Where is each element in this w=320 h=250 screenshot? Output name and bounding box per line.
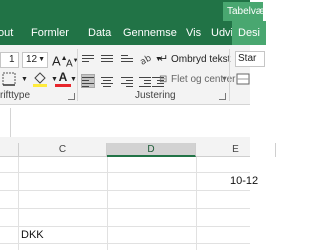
- ribbon-separator: [229, 49, 230, 101]
- tab-vis[interactable]: Vis: [186, 21, 201, 45]
- align-center-icon[interactable]: [101, 75, 113, 87]
- align-left-icon[interactable]: [81, 74, 95, 88]
- ribbon: 1 12 ▼ A▲ A▼ ▼ ▼ A ▼ ab ▼ ↵ Ombryd tekst …: [0, 45, 265, 105]
- tab-data[interactable]: Data: [88, 21, 111, 45]
- column-line: [107, 157, 108, 250]
- font-group-label: rifttype: [0, 90, 31, 101]
- wrap-text-icon: ↵: [159, 53, 169, 65]
- cell-c5[interactable]: DKK: [21, 229, 44, 241]
- format-icon[interactable]: [236, 72, 250, 86]
- column-header-row: C D E: [0, 143, 276, 157]
- decrease-indent-icon[interactable]: [139, 75, 151, 87]
- tab-gennemse[interactable]: Gennemse: [123, 21, 177, 45]
- chevron-down-icon[interactable]: ▼: [21, 72, 31, 88]
- borders-icon[interactable]: [2, 72, 20, 90]
- column-header-e[interactable]: E: [196, 143, 276, 157]
- font-color-icon[interactable]: A: [55, 70, 71, 90]
- tab-layout[interactable]: out: [0, 21, 13, 45]
- row-line: [0, 172, 250, 173]
- merge-center-icon: ⊟: [159, 74, 168, 85]
- align-bottom-icon[interactable]: [121, 53, 133, 65]
- chevron-down-icon: ▼: [38, 56, 45, 63]
- row-line: [0, 190, 250, 191]
- style-select[interactable]: Star: [235, 51, 265, 67]
- alignment-group-label: Justering: [135, 90, 176, 101]
- ribbon-separator: [77, 49, 78, 101]
- svg-text:ab: ab: [139, 53, 154, 66]
- row-line: [0, 243, 250, 244]
- column-line: [196, 157, 197, 250]
- align-middle-icon[interactable]: [101, 53, 113, 65]
- align-top-icon[interactable]: [82, 53, 94, 65]
- column-header-c[interactable]: C: [19, 143, 107, 157]
- table-tools-tag: Tabelvæ: [223, 2, 263, 21]
- wrap-text-button[interactable]: ↵ Ombryd tekst: [159, 51, 230, 68]
- orientation-icon[interactable]: ab: [139, 52, 155, 72]
- chevron-down-icon[interactable]: ▼: [221, 72, 228, 88]
- cell-e2[interactable]: 10-12: [230, 175, 258, 187]
- column-header-partial[interactable]: [0, 143, 19, 157]
- font-size-partial-box[interactable]: 1: [0, 52, 19, 68]
- column-header-d[interactable]: D: [107, 143, 196, 157]
- row-line: [0, 226, 250, 227]
- align-right-icon[interactable]: [121, 75, 133, 87]
- ribbon-tab-strip: out Formler Data Gennemse Vis Udvikler D…: [0, 21, 267, 45]
- worksheet-grid[interactable]: 10-12 DKK: [0, 157, 258, 250]
- row-line: [0, 208, 250, 209]
- font-size-select[interactable]: 12 ▼: [22, 52, 48, 68]
- tab-formler[interactable]: Formler: [31, 21, 69, 45]
- wrap-text-label: Ombryd tekst: [171, 54, 231, 65]
- font-color-swatch: [55, 84, 71, 87]
- font-size-value: 12: [26, 54, 38, 65]
- column-line: [18, 157, 19, 250]
- font-size-partial-value: 1: [9, 54, 15, 65]
- dialog-launcher-icon[interactable]: [68, 93, 75, 100]
- tab-design[interactable]: Desi: [232, 21, 267, 45]
- dialog-launcher-icon[interactable]: [219, 93, 226, 100]
- fill-color-icon[interactable]: [32, 70, 50, 90]
- style-select-value: Star: [238, 53, 257, 64]
- title-bar: Tabelvæ: [0, 0, 263, 21]
